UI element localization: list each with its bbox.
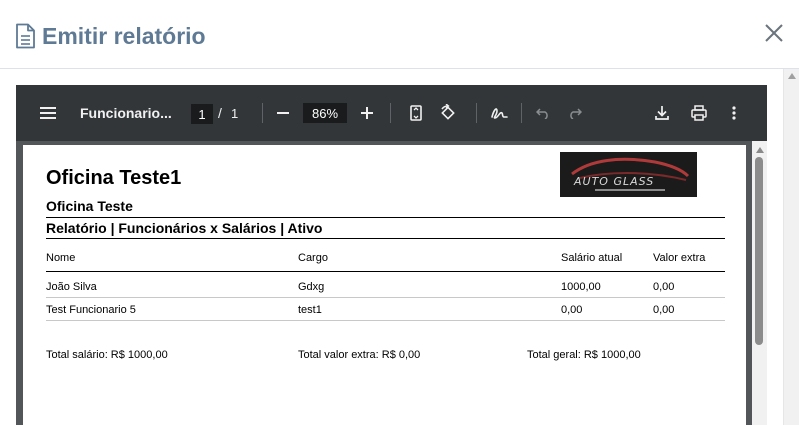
redo-icon[interactable] [568,107,582,119]
table-header-line [46,271,725,272]
modal-scrollbar[interactable] [783,69,799,425]
document-name: Funcionario... [80,105,172,121]
menu-button[interactable] [38,85,58,141]
fit-page-icon[interactable] [410,105,422,121]
company-subtitle: Oficina Teste [46,198,133,214]
scroll-up-icon[interactable] [756,147,764,153]
page-total: 1 [231,105,239,121]
close-button[interactable] [763,22,785,44]
rotate-icon[interactable] [439,104,457,122]
table-row-line [46,320,725,321]
download-icon[interactable] [655,105,669,121]
report-title: Relatório | Funcionários x Salários | At… [46,220,323,236]
download-button[interactable] [654,85,670,141]
column-header-cargo: Cargo [298,252,328,264]
total-salario: Total salário: R$ 1000,00 [46,349,168,361]
zoom-input[interactable]: 86% [303,103,347,123]
close-icon[interactable] [763,22,785,44]
pdf-toolbar: Funcionario... 1 / 1 86% [16,85,767,141]
toolbar-divider [390,103,391,123]
pdf-viewer: Funcionario... 1 / 1 86% AUTO GLASS Ofic… [16,85,767,425]
menu-icon[interactable] [40,107,56,119]
table-cell-cargo: test1 [298,304,322,316]
undo-icon[interactable] [536,107,550,119]
table-cell-nome: João Silva [46,281,97,293]
print-button[interactable] [690,85,708,141]
total-extra: Total valor extra: R$ 0,00 [298,349,421,361]
annotate-icon[interactable] [490,105,508,121]
column-header-nome: Nome [46,252,76,264]
zoom-out-icon[interactable] [277,112,289,114]
more-button[interactable] [728,85,740,141]
company-logo: AUTO GLASS [560,152,697,197]
table-cell-salario: 0,00 [561,304,583,316]
document-icon [14,23,36,49]
undo-button[interactable] [535,85,551,141]
zoom-out-button[interactable] [275,85,291,141]
modal-title: Emitir relatório [14,20,206,52]
divider-line [46,238,725,239]
print-icon[interactable] [691,105,707,121]
column-header-salario: Salário atual [561,252,623,264]
company-name: Oficina Teste1 [46,167,182,189]
fit-page-button[interactable] [408,85,424,141]
zoom-in-icon[interactable] [361,107,373,119]
table-cell-nome: Test Funcionario 5 [46,304,136,316]
column-header-extra: Valor extra [653,252,706,264]
rotate-button[interactable] [438,85,458,141]
logo-text: AUTO GLASS [573,175,654,188]
divider-line [46,217,725,218]
toolbar-divider [262,103,263,123]
table-cell-extra: 0,00 [653,281,675,293]
total-geral: Total geral: R$ 1000,00 [527,349,641,361]
redo-button[interactable] [567,85,583,141]
toolbar-divider [476,103,477,123]
more-icon[interactable] [732,106,736,120]
page-number-input[interactable]: 1 [191,104,213,124]
annotate-button[interactable] [489,85,509,141]
modal-header: Emitir relatório [0,0,799,69]
modal-title-text: Emitir relatório [42,22,206,49]
scrollbar-thumb[interactable] [755,157,763,345]
page-separator: / [218,105,222,121]
table-row-line [46,297,725,298]
pdf-page: AUTO GLASS Oficina Teste1 Oficina Teste … [23,145,746,425]
table-cell-extra: 0,00 [653,304,675,316]
zoom-in-button[interactable] [359,85,375,141]
table-cell-salario: 1000,00 [561,281,601,293]
pdf-scrollbar[interactable] [752,141,767,425]
toolbar-divider [521,103,522,123]
scroll-up-icon[interactable] [788,73,796,79]
table-cell-cargo: Gdxg [298,281,325,293]
